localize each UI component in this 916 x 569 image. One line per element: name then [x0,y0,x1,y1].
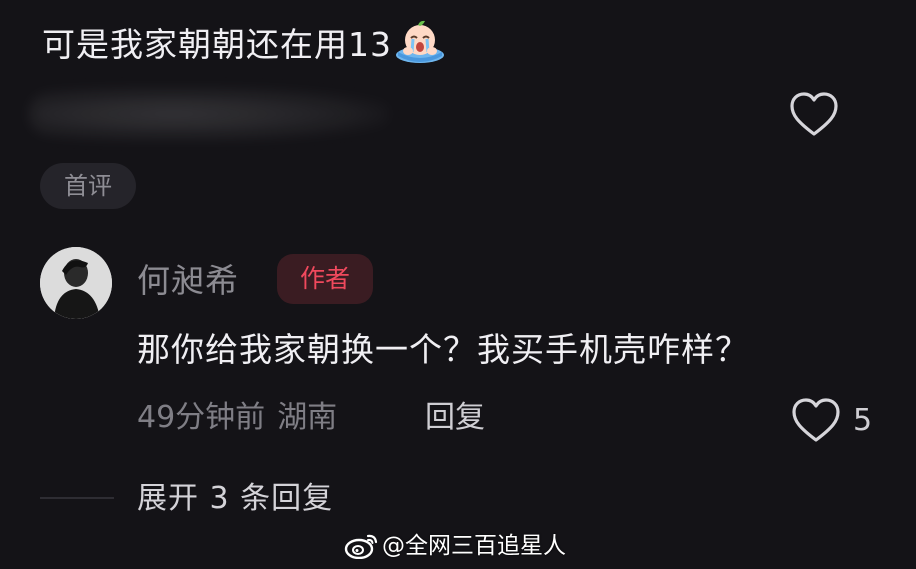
reply-button[interactable]: 回复 [425,394,485,442]
author-tag: 作者 [277,254,373,304]
reply-location: 湖南 [277,400,338,435]
avatar-image [40,247,112,319]
author-name[interactable]: 何昶希 [137,255,239,307]
heart-outline-icon [790,92,838,136]
watermark-text: @全网三百追星人 [382,533,566,559]
reply-time: 49分钟前 [137,400,266,435]
top-comment-text: 可是我家朝朝还在用13 [42,18,446,71]
crying-peach-emoji-icon [396,20,444,63]
first-comment-badge: 首评 [40,163,136,209]
top-comment-body: 可是我家朝朝还在用13 [42,25,392,64]
watermark: @全网三百追星人 [344,528,566,564]
reply-meta: 49分钟前 湖南 [137,394,337,442]
reply-text: 那你给我家朝换一个？我买手机壳咋样？ [137,330,749,369]
avatar[interactable] [40,247,112,319]
reply-like-button[interactable] [790,396,842,444]
heart-outline-icon [792,398,840,442]
expand-replies-button[interactable]: 展开 3 条回复 [137,475,333,523]
like-button[interactable] [788,90,840,138]
divider [40,497,114,499]
like-count: 5 [853,403,873,438]
blurred-username [30,88,390,140]
weibo-logo-icon [344,534,378,559]
